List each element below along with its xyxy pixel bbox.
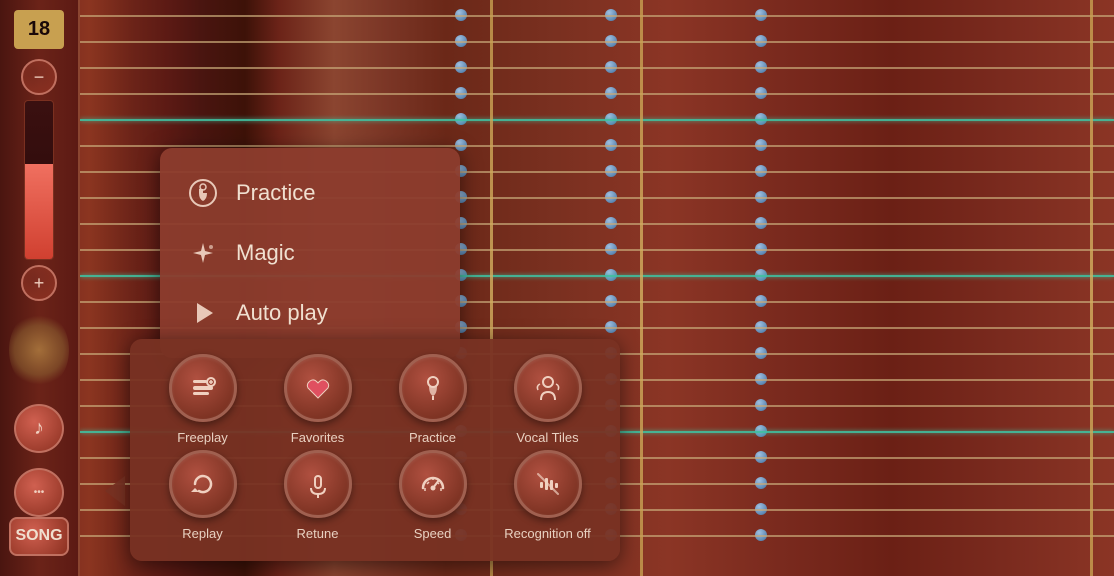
retune-control[interactable]: Retune [273, 450, 363, 541]
replay-button[interactable] [169, 450, 237, 518]
recognition-button[interactable] [514, 450, 582, 518]
controls-panel: Freeplay Favorites Practice [130, 339, 620, 561]
volume-decrease-button[interactable]: − [21, 59, 57, 95]
song-label: SONG [15, 527, 62, 545]
string-5 [80, 145, 1114, 147]
string-2 [80, 67, 1114, 69]
speed-label: Speed [414, 526, 452, 541]
mode-menu: Practice Magic Auto play [160, 148, 460, 358]
string-0 [80, 15, 1114, 17]
practice-button[interactable] [399, 354, 467, 422]
volume-increase-button[interactable]: + [21, 265, 57, 301]
volume-control: − + [21, 59, 57, 301]
decorative-element [9, 311, 69, 389]
vocal-tiles-label: Vocal Tiles [516, 430, 578, 445]
autoplay-label: Auto play [236, 300, 328, 326]
magic-label: Magic [236, 240, 295, 266]
volume-fill [25, 164, 53, 259]
song-button[interactable]: SONG [9, 517, 69, 556]
replay-label: Replay [182, 526, 222, 541]
mode-item-magic[interactable]: Magic [180, 223, 440, 283]
controls-row-2: Replay Retune [150, 450, 600, 541]
speed-control[interactable]: Speed [388, 450, 478, 541]
practice-control[interactable]: Practice [388, 354, 478, 445]
string-4 [80, 119, 1114, 121]
string-1 [80, 41, 1114, 43]
recognition-label: Recognition off [504, 526, 591, 541]
volume-slider[interactable] [24, 100, 54, 260]
bridge-line-2 [640, 0, 643, 576]
replay-control[interactable]: Replay [158, 450, 248, 541]
retune-button[interactable] [284, 450, 352, 518]
freeplay-label: Freeplay [177, 430, 228, 445]
freeplay-button[interactable] [169, 354, 237, 422]
more-icon: ••• [34, 487, 45, 498]
vocal-tiles-button[interactable] [514, 354, 582, 422]
music-button[interactable]: ♪ [14, 404, 64, 453]
favorites-label: Favorites [291, 430, 344, 445]
retune-label: Retune [297, 526, 339, 541]
favorites-button[interactable] [284, 354, 352, 422]
number-badge: 18 [14, 10, 64, 49]
bridge-line-3 [1090, 0, 1093, 576]
favorites-control[interactable]: Favorites [273, 354, 363, 445]
practice-label: Practice [236, 180, 315, 206]
mode-item-practice[interactable]: Practice [180, 163, 440, 223]
controls-row-1: Freeplay Favorites Practice [150, 354, 600, 445]
practice-btn-label: Practice [409, 430, 456, 445]
freeplay-control[interactable]: Freeplay [158, 354, 248, 445]
magic-icon [185, 235, 221, 271]
autoplay-icon [185, 295, 221, 331]
recognition-control[interactable]: Recognition off [503, 450, 593, 541]
string-3 [80, 93, 1114, 95]
more-button[interactable]: ••• [14, 468, 64, 517]
vocal-tiles-control[interactable]: Vocal Tiles [503, 354, 593, 445]
music-icon: ♪ [34, 417, 44, 440]
left-panel: 18 − + ♪ ••• SONG [0, 0, 80, 576]
practice-icon [185, 175, 221, 211]
panel-chevron [105, 476, 125, 506]
mode-item-autoplay[interactable]: Auto play [180, 283, 440, 343]
speed-button[interactable] [399, 450, 467, 518]
